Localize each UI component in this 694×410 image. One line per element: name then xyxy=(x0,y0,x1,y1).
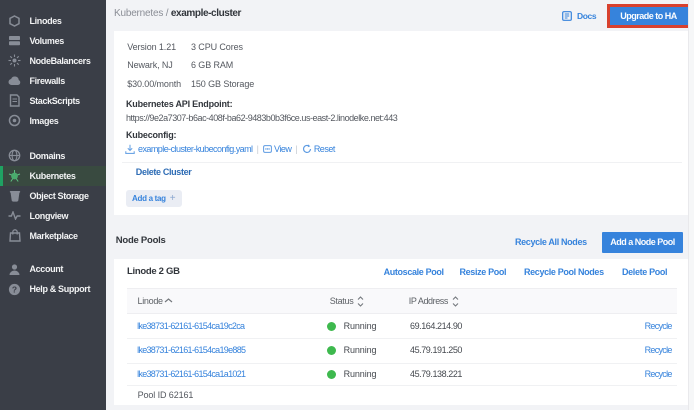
svg-text:?: ? xyxy=(12,284,17,294)
